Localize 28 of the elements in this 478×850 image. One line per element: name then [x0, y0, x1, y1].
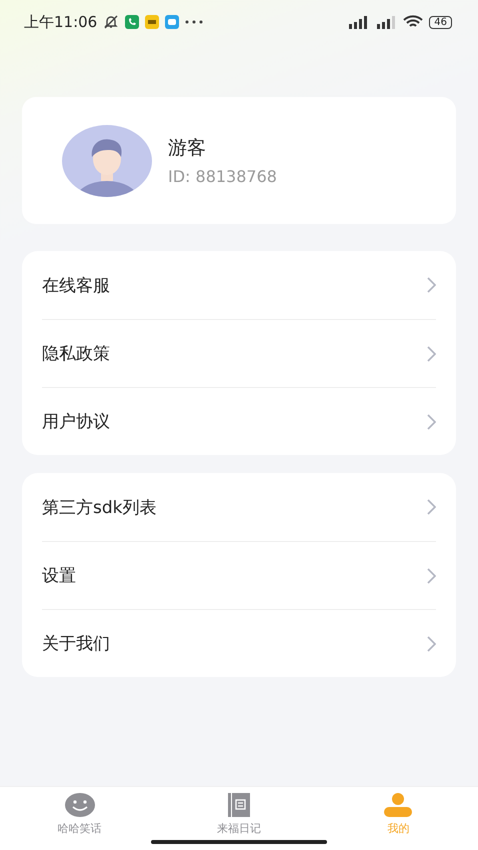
menu-item[interactable]: 第三方sdk列表 — [42, 473, 436, 541]
notebook-icon — [228, 793, 250, 817]
chevron-right-icon — [427, 346, 436, 362]
chat-app-icon — [165, 15, 180, 29]
clock-time: 上午11:06 — [24, 12, 98, 32]
battery-level: 46 — [429, 16, 452, 28]
wifi-icon — [403, 15, 424, 29]
smiley-icon — [64, 793, 95, 817]
menu-item[interactable]: 隐私政策 — [42, 319, 436, 387]
chevron-right-icon — [427, 499, 436, 515]
signal-icon — [347, 15, 370, 29]
menu-item[interactable]: 用户协议 — [42, 387, 436, 455]
chevron-right-icon — [427, 414, 436, 430]
app-icon — [145, 15, 160, 29]
user-id: ID: 88138768 — [168, 167, 277, 186]
menu-item[interactable]: 设置 — [42, 541, 436, 609]
chevron-right-icon — [427, 277, 436, 293]
avatar-icon — [62, 124, 152, 196]
chevron-right-icon — [427, 568, 436, 584]
user-name: 游客 — [168, 136, 207, 161]
signal-icon — [375, 15, 398, 29]
menu-item[interactable]: 关于我们 — [42, 609, 436, 677]
person-icon — [384, 793, 412, 817]
phone-app-icon — [125, 15, 140, 29]
more-icon — [185, 20, 204, 24]
chevron-right-icon — [427, 636, 436, 652]
menu-item[interactable]: 在线客服 — [42, 251, 436, 319]
bell-off-icon — [103, 14, 120, 30]
